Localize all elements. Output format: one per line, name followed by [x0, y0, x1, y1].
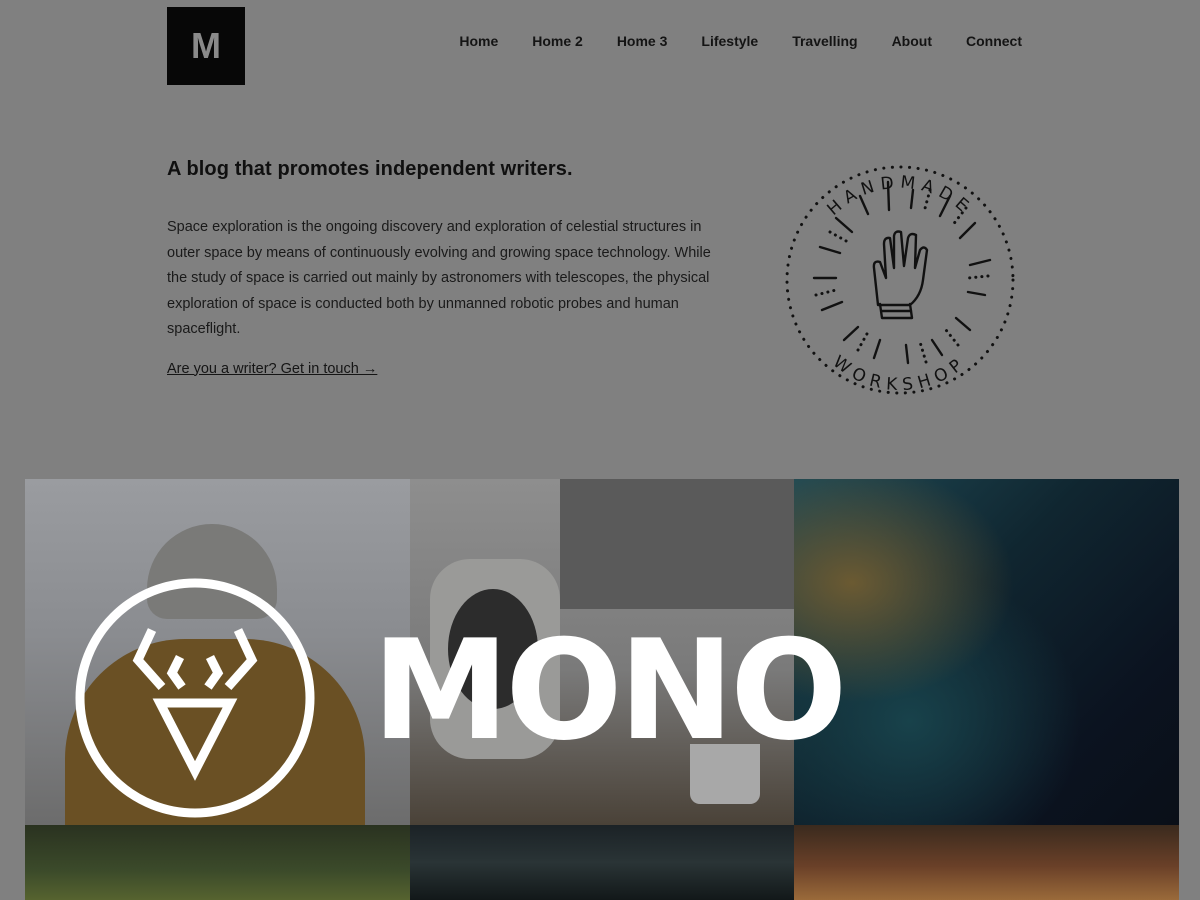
nav-home[interactable]: Home: [459, 31, 498, 49]
nav-connect[interactable]: Connect: [966, 31, 1022, 49]
badge-bottom-text: WORKSHOP: [829, 352, 971, 395]
mono-brand-wordmark: MONO: [372, 610, 847, 771]
hand-icon: [872, 230, 929, 320]
gallery-tile-ceiling[interactable]: [794, 825, 1179, 900]
monitor-shape: [560, 479, 794, 609]
gallery-tile-skylight[interactable]: [410, 825, 794, 900]
gallery-tile-ocean[interactable]: [794, 479, 1179, 825]
nav-lifestyle[interactable]: Lifestyle: [701, 31, 758, 49]
nav-home-3[interactable]: Home 3: [617, 31, 668, 49]
gallery-tile-forest[interactable]: [25, 825, 410, 900]
nav-travelling[interactable]: Travelling: [792, 31, 857, 49]
site-logo[interactable]: M: [167, 7, 245, 85]
badge-top-text: HANDMADE: [823, 173, 976, 220]
logo-letter: M: [191, 25, 221, 66]
handmade-workshop-badge: HANDMADE WORKSHOP: [785, 165, 1015, 395]
intro-body: Space exploration is the ongoing discove…: [167, 219, 711, 337]
writer-contact-link[interactable]: Are you a writer? Get in touch →: [167, 361, 377, 377]
nav-about[interactable]: About: [892, 31, 932, 49]
deer-head-icon: [75, 578, 315, 818]
intro-title: A blog that promotes independent writers…: [167, 158, 573, 180]
nav-home-2[interactable]: Home 2: [532, 31, 583, 49]
main-nav: Home Home 2 Home 3 Lifestyle Travelling …: [459, 0, 1022, 80]
intro-section: A blog that promotes independent writers…: [167, 158, 727, 378]
site-header: M Home Home 2 Home 3 Lifestyle Travellin…: [0, 0, 1200, 90]
